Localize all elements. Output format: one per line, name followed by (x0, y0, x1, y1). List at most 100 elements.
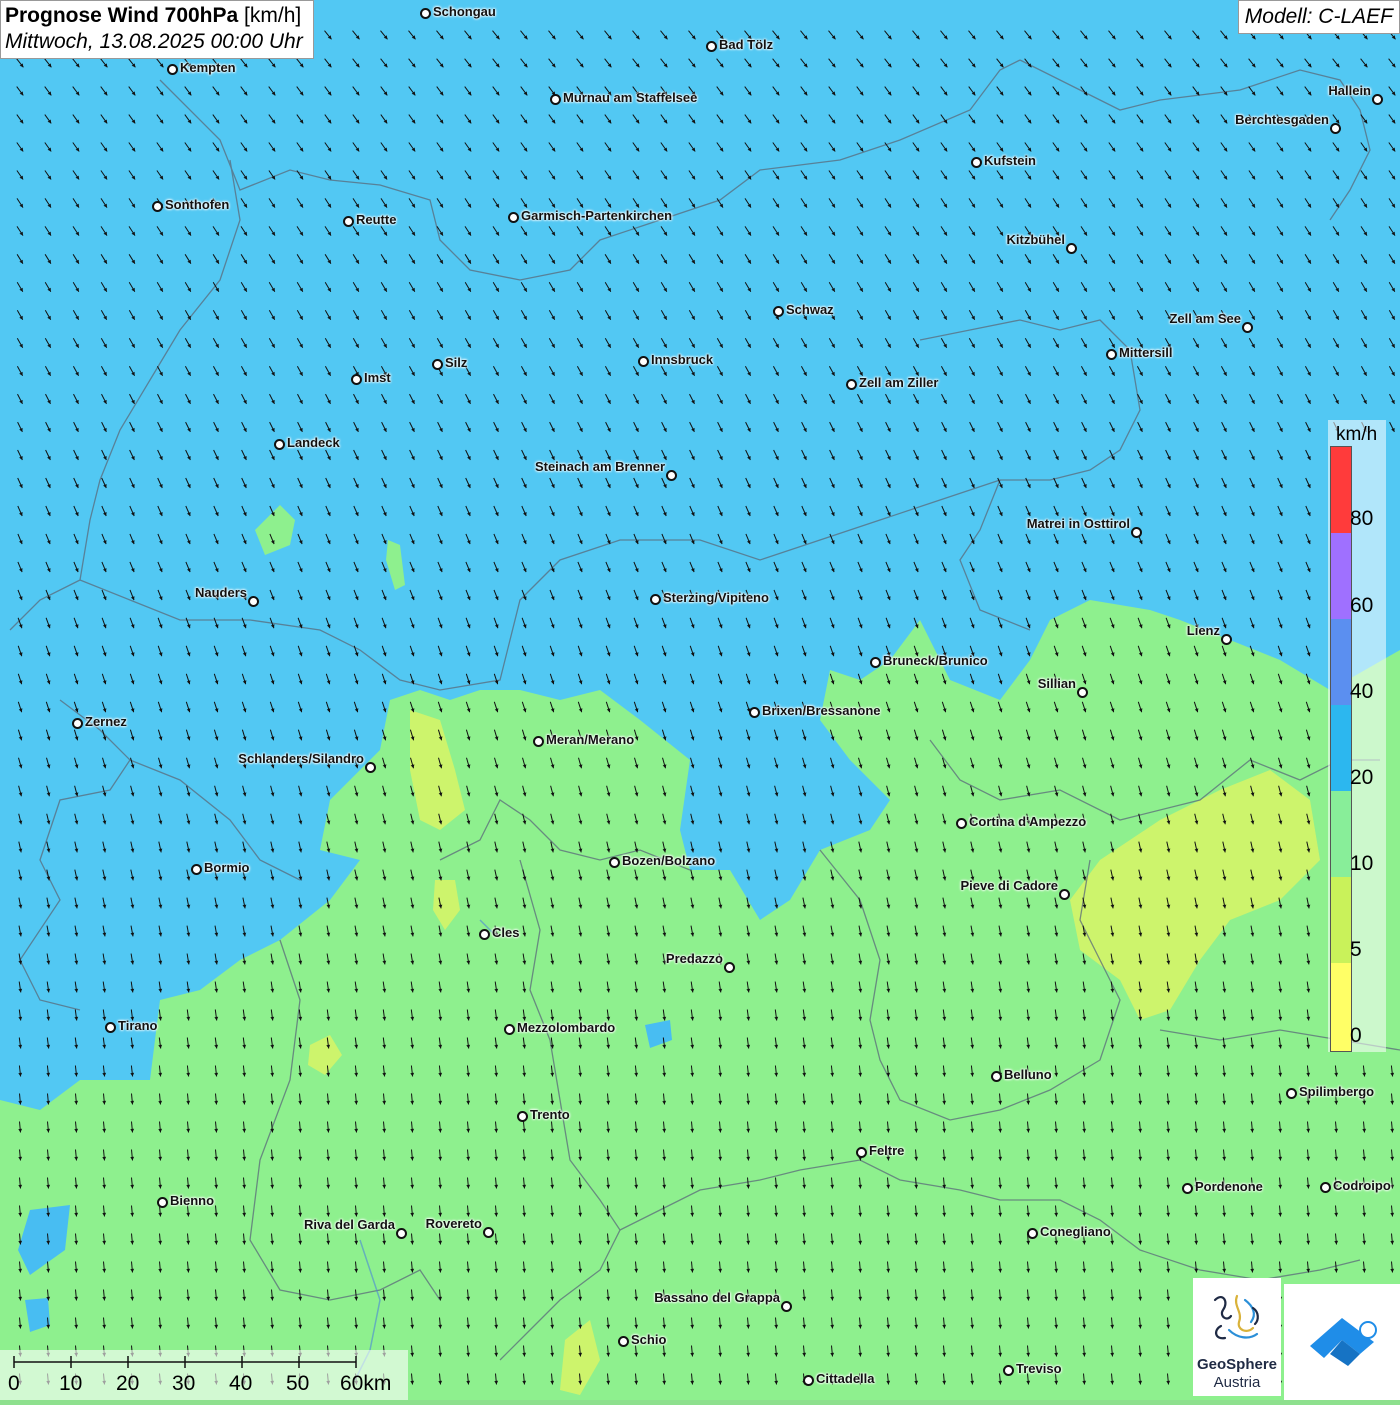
city-label-innsbruck: Innsbruck (651, 352, 714, 367)
city-label-conegliano: Conegliano (1040, 1224, 1111, 1239)
city-label-mezzolombardo: Mezzolombardo (517, 1020, 616, 1035)
city-marker-trento (517, 1111, 528, 1122)
legend-tick-20: 20 (1350, 766, 1374, 789)
city-marker-rovereto (483, 1227, 494, 1238)
city-marker-treviso (1003, 1365, 1014, 1376)
geosphere-text: GeoSphere (1196, 1356, 1278, 1373)
city-label-predazzo: Predazzo (665, 951, 723, 966)
city-label-pieve: Pieve di Cadore (960, 878, 1058, 893)
city-marker-sterzing (650, 594, 661, 605)
city-label-codroipo: Codroipo (1333, 1178, 1391, 1193)
scale-label-30: 30 (172, 1372, 196, 1395)
city-label-bruneck: Bruneck/Brunico (883, 653, 988, 668)
city-label-kitzbuehel: Kitzbühel (1006, 232, 1066, 247)
city-marker-matrei (1131, 527, 1142, 538)
city-marker-conegliano (1027, 1228, 1038, 1239)
city-marker-garmisch (508, 212, 519, 223)
city-label-schlanders: Schlanders/Silandro (238, 751, 364, 766)
geosphere-icon (1213, 1294, 1259, 1340)
city-label-cittadella: Cittadella (816, 1371, 875, 1386)
map-title: Prognose Wind 700hPa [km/h] (5, 4, 302, 27)
city-label-sterzing: Sterzing/Vipiteno (663, 590, 769, 605)
city-marker-berchtesgaden (1330, 123, 1341, 134)
city-label-lienz: Lienz (1186, 623, 1220, 638)
geosphere-logo[interactable]: GeoSphere Austria (1193, 1278, 1281, 1396)
city-marker-meran (533, 736, 544, 747)
city-marker-kitzbuehel (1066, 243, 1077, 254)
city-marker-cles (479, 929, 490, 940)
city-label-treviso: Treviso (1016, 1361, 1062, 1376)
scale-label-20: 20 (116, 1372, 140, 1395)
city-marker-hallein (1372, 94, 1383, 105)
city-label-zernez: Zernez (85, 714, 127, 729)
model-label: Modell: C-LAEF (1237, 0, 1400, 34)
city-marker-tirano (105, 1022, 116, 1033)
app-logo[interactable] (1284, 1284, 1400, 1400)
legend-seg-80 (1331, 447, 1351, 533)
city-marker-bruneck (870, 657, 881, 668)
geosphere-country: Austria (1213, 1374, 1261, 1391)
city-label-schongau: Schongau (433, 4, 496, 19)
legend-tick-10: 10 (1350, 852, 1374, 875)
city-label-sillian: Sillian (1037, 676, 1076, 691)
city-label-cles: Cles (492, 925, 520, 940)
city-marker-sonthofen (152, 201, 163, 212)
city-label-rovereto: Rovereto (425, 1216, 482, 1231)
city-label-garmisch: Garmisch-Partenkirchen (521, 208, 673, 223)
city-label-berchtesgaden: Berchtesgaden (1235, 112, 1329, 127)
city-label-belluno: Belluno (1004, 1067, 1052, 1082)
city-label-landeck: Landeck (287, 435, 340, 450)
city-marker-zell-am-ziller (846, 379, 857, 390)
scale-label-50: 50 (286, 1372, 310, 1395)
city-label-sonthofen: Sonthofen (165, 197, 230, 212)
city-marker-bozen (609, 857, 620, 868)
city-marker-brixen (749, 707, 760, 718)
city-marker-schio (618, 1336, 629, 1347)
legend-tick-0: 0 (1350, 1024, 1362, 1047)
city-marker-bienno (157, 1197, 168, 1208)
city-label-brixen: Brixen/Bressanone (762, 703, 881, 718)
city-marker-riva (396, 1228, 407, 1239)
legend-seg-40 (1331, 619, 1351, 705)
legend-unit: km/h (1336, 424, 1378, 445)
city-label-reutte: Reutte (356, 212, 397, 227)
city-label-cortina: Cortina d'Ampezzo (969, 814, 1087, 829)
city-marker-pieve (1059, 889, 1070, 900)
city-marker-innsbruck (638, 356, 649, 367)
city-marker-bormio (191, 864, 202, 875)
legend-seg-0 (1331, 963, 1351, 1051)
city-label-spilimbergo: Spilimbergo (1299, 1084, 1375, 1099)
city-label-kufstein: Kufstein (984, 153, 1036, 168)
legend-seg-60 (1331, 533, 1351, 619)
city-label-schio: Schio (631, 1332, 667, 1347)
city-label-imst: Imst (364, 370, 391, 385)
scale-label-0: 0 (8, 1372, 20, 1395)
city-marker-bad-toelz (706, 41, 717, 52)
legend-tick-60: 60 (1350, 594, 1374, 617)
city-label-bad-toelz: Bad Tölz (719, 37, 774, 52)
color-legend: km/h 80 60 40 20 10 5 0 (1328, 420, 1386, 1052)
legend-tick-5: 5 (1350, 938, 1362, 961)
city-marker-schongau (420, 8, 431, 19)
city-label-bassano: Bassano del Grappa (654, 1290, 780, 1305)
city-label-bozen: Bozen/Bolzano (622, 853, 716, 868)
city-label-hallein: Hallein (1328, 83, 1371, 98)
city-marker-reutte (343, 216, 354, 227)
title-box: Prognose Wind 700hPa [km/h] Mittwoch, 13… (0, 0, 314, 59)
legend-tick-80: 80 (1350, 507, 1374, 530)
city-marker-feltre (856, 1147, 867, 1158)
city-marker-silz (432, 359, 443, 370)
city-marker-zell-am-see (1242, 322, 1253, 333)
city-label-zell-am-see: Zell am See (1169, 311, 1241, 326)
city-marker-sillian (1077, 687, 1088, 698)
scale-label-10: 10 (59, 1372, 83, 1395)
city-marker-zernez (72, 718, 83, 729)
city-label-pordenone: Pordenone (1195, 1179, 1263, 1194)
city-label-bienno: Bienno (170, 1193, 215, 1208)
forecast-datetime: Mittwoch, 13.08.2025 00:00 Uhr (5, 30, 303, 53)
city-marker-cortina (956, 818, 967, 829)
city-marker-murnau (550, 94, 561, 105)
city-marker-mittersill (1106, 349, 1117, 360)
scale-bar: 0 10 20 30 40 50 60km (0, 1350, 408, 1400)
city-marker-imst (351, 374, 362, 385)
